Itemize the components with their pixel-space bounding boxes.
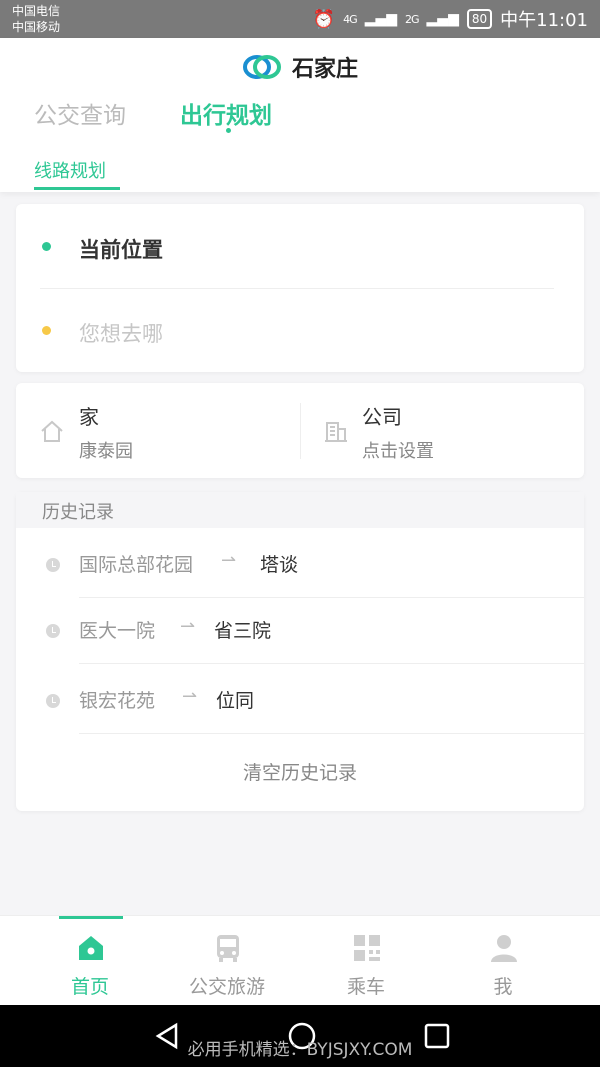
- network-1-label: 4G: [343, 12, 357, 26]
- history-item[interactable]: 医大一院 ⇀ 省三院: [16, 594, 584, 664]
- clear-history-button[interactable]: 清空历史记录: [16, 758, 584, 785]
- building-icon: [325, 422, 347, 442]
- favorite-home[interactable]: 家 康泰园: [16, 383, 300, 478]
- history-from: 国际总部花园: [79, 554, 194, 576]
- system-navigation-bar: 必用手机精选：BYJSJXY.COM: [0, 1005, 600, 1067]
- origin-field[interactable]: 当前位置: [79, 234, 163, 264]
- bus-icon: [217, 935, 239, 962]
- signal-2-icon: ▂▄▆: [426, 11, 459, 27]
- arrow-icon: ⇀: [180, 616, 196, 637]
- divider: [40, 288, 554, 289]
- history-to: 位同: [216, 690, 255, 712]
- bottom-navigation: 首页 公交旅游 乘车 我: [0, 915, 600, 1005]
- nav-profile[interactable]: 我: [428, 916, 578, 1006]
- destination-dot-icon: [42, 326, 51, 335]
- status-bar: 中国电信 中国移动 ⏰ 4G ▂▄▆ 2G ▂▄▆ 80 中午11:01: [0, 0, 600, 38]
- origin-dot-icon: [42, 242, 51, 251]
- status-icons: ⏰ 4G ▂▄▆ 2G ▂▄▆ 80 中午11:01: [313, 6, 588, 32]
- carrier-1: 中国电信: [12, 4, 61, 18]
- route-input-card: 当前位置 您想去哪: [16, 204, 584, 372]
- history-from: 医大一院: [79, 620, 156, 642]
- arrow-icon: ⇀: [182, 686, 198, 707]
- clock-icon: [46, 694, 60, 708]
- history-header: 历史记录: [16, 492, 584, 528]
- clock-icon: [46, 558, 60, 572]
- home-address: 康泰园: [79, 441, 133, 462]
- qr-code-icon: [354, 935, 380, 961]
- home-title: 家: [79, 405, 99, 429]
- history-to: 省三院: [214, 620, 272, 642]
- nav-ride[interactable]: 乘车: [291, 916, 441, 1006]
- history-from: 银宏花苑: [79, 690, 156, 712]
- carrier-info: 中国电信 中国移动: [12, 3, 60, 35]
- nav-home-label: 首页: [70, 976, 109, 998]
- company-title: 公司: [362, 405, 402, 429]
- clock: 中午11:01: [500, 10, 588, 31]
- company-address: 点击设置: [362, 441, 434, 462]
- clock-icon: [46, 624, 60, 638]
- city-name: 石家庄: [291, 57, 358, 82]
- alarm-icon: ⏰: [312, 8, 336, 30]
- history-title: 历史记录: [42, 502, 114, 523]
- tab-bus-query[interactable]: 公交查询: [34, 96, 126, 130]
- signal-1-icon: ▂▄▆: [364, 11, 397, 27]
- divider: [79, 733, 584, 734]
- nav-home[interactable]: 首页: [15, 916, 165, 1006]
- history-to: 塔谈: [260, 554, 299, 576]
- active-tab-dot: [226, 128, 231, 133]
- nav-profile-label: 我: [493, 976, 513, 998]
- subtab-underline: [34, 187, 120, 190]
- carrier-2: 中国移动: [12, 20, 61, 34]
- network-2-label: 2G: [405, 12, 419, 26]
- home-icon: [41, 420, 63, 442]
- arrow-icon: ⇀: [221, 550, 237, 571]
- watermark: 必用手机精选：BYJSJXY.COM: [187, 1040, 413, 1060]
- home-icon: [79, 936, 103, 960]
- favorite-company[interactable]: 公司 点击设置: [300, 383, 584, 478]
- nav-bus-label: 公交旅游: [188, 976, 265, 998]
- app-logo-icon: [242, 55, 281, 79]
- history-card: 历史记录 国际总部花园 ⇀ 塔谈 医大一院 ⇀ 省三院 银宏花苑 ⇀ 位同 清空…: [16, 492, 584, 811]
- app-header: 石家庄 公交查询 出行规划 线路规划: [0, 38, 600, 192]
- tab-trip-planning[interactable]: 出行规划: [180, 96, 272, 130]
- city-selector[interactable]: 石家庄: [0, 50, 600, 84]
- favorites-card: 家 康泰园 公司 点击设置: [16, 383, 584, 478]
- battery-indicator: 80: [466, 9, 493, 29]
- history-item[interactable]: 银宏花苑 ⇀ 位同: [16, 664, 584, 734]
- subtab-route-planning[interactable]: 线路规划: [34, 157, 106, 183]
- destination-field[interactable]: 您想去哪: [79, 318, 163, 348]
- user-icon: [491, 935, 517, 962]
- history-item[interactable]: 国际总部花园 ⇀ 塔谈: [16, 528, 584, 598]
- nav-bus-travel[interactable]: 公交旅游: [152, 916, 302, 1006]
- nav-ride-label: 乘车: [346, 976, 385, 998]
